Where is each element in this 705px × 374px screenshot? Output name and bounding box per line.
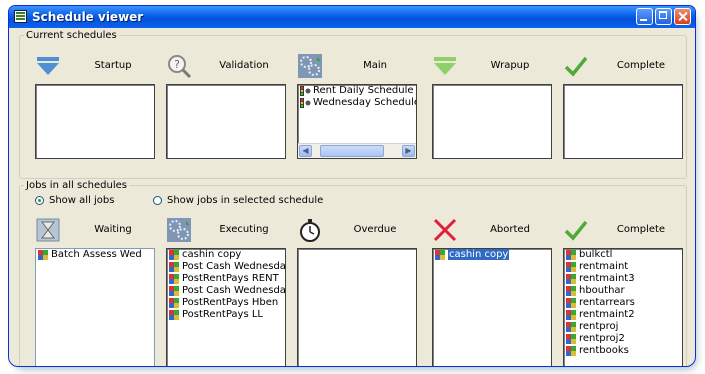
list-item[interactable]: rentbooks [564,345,682,357]
column-label-jobs-complete: Complete [616,224,666,235]
list-item[interactable]: rentproj [564,321,682,333]
column-label-startup: Startup [94,60,132,71]
column-overdue: Overdue [297,217,417,366]
list-item[interactable]: PostRentPays Hben [167,297,285,309]
job-icon [566,322,576,332]
job-icon [169,250,179,260]
list-item[interactable]: hbouthar [564,285,682,297]
minimize-button[interactable] [636,8,653,25]
job-icon [566,262,576,272]
job-icon [169,274,179,284]
checkmark-icon [564,56,588,77]
green-arrow-down-icon [434,57,456,75]
hourglass-icon [36,218,60,242]
list-item[interactable]: Wednesday Schedule I [298,97,416,109]
column-label-complete: Complete [616,60,666,71]
radio-label-all: Show all jobs [49,195,115,206]
traffic-light-icon [300,98,311,108]
job-icon [566,274,576,284]
job-icon [566,250,576,260]
column-wrapup: Wrapup [432,53,552,159]
job-icon [566,286,576,296]
title-bar[interactable]: Schedule viewer [9,6,695,28]
jobs-legend: Jobs in all schedules [26,180,127,191]
svg-text:?: ? [174,58,180,71]
close-button[interactable] [674,8,691,25]
schedule-app-icon [14,10,27,23]
maximize-button[interactable] [655,8,672,25]
list-item[interactable]: rentproj2 [564,333,682,345]
window-title: Schedule viewer [32,10,144,24]
list-item[interactable]: Rent Daily Schedule [298,85,416,97]
job-icon [566,310,576,320]
list-item[interactable]: Post Cash Wednesday [167,261,285,273]
job-icon [169,310,179,320]
current-schedules-legend: Current schedules [26,30,117,41]
column-aborted: Aborted cashin copy [432,217,552,366]
scroll-left-button[interactable]: ◀ [299,145,312,157]
red-x-icon [433,218,457,242]
radio-show-all-jobs[interactable]: Show all jobs [35,195,114,206]
list-item[interactable]: bulkctl [564,249,682,261]
current-complete-list[interactable] [563,84,683,159]
list-item[interactable]: cashin copy [167,249,285,261]
column-label-validation: Validation [219,60,269,71]
list-item-selected[interactable]: cashin copy [433,249,551,261]
column-validation: ? Validation [166,53,286,159]
list-item[interactable]: rentarrears [564,297,682,309]
list-item[interactable]: Post Cash Wednesday [167,285,285,297]
column-executing: Executing cashin copy Post Cash Wednesda… [166,217,286,366]
column-startup: Startup [35,53,155,159]
job-icon [169,286,179,296]
waiting-list[interactable]: Batch Assess Wed [35,248,155,366]
job-icon [566,298,576,308]
list-item[interactable]: rentmaint2 [564,309,682,321]
executing-list[interactable]: cashin copy Post Cash Wednesday PostRent… [166,248,286,366]
stopwatch-icon [300,219,320,242]
column-label-executing: Executing [219,224,269,235]
radio-button-selected[interactable] [35,196,44,205]
checkmark-icon [564,220,588,241]
scroll-thumb[interactable] [320,145,384,157]
job-icon [435,250,445,260]
column-complete: Complete [563,53,683,159]
aborted-list[interactable]: cashin copy [432,248,552,366]
validation-list[interactable] [166,84,286,159]
overdue-list[interactable] [297,248,417,366]
magnifier-question-icon: ? [168,55,192,79]
column-waiting: Waiting Batch Assess Wed [35,217,155,366]
traffic-light-icon [300,86,311,96]
schedule-viewer-window: Schedule viewer Current schedules Startu… [8,5,696,367]
column-label-waiting: Waiting [94,224,132,235]
job-icon [169,262,179,272]
radio-button[interactable] [153,196,162,205]
list-item[interactable]: rentmaint [564,261,682,273]
list-item[interactable]: PostRentPays LL [167,309,285,321]
job-icon [169,298,179,308]
column-label-overdue: Overdue [353,224,397,235]
column-jobs-complete: Complete bulkctl rentmaint rentmaint3 hb… [563,217,683,366]
blue-arrow-down-icon [37,57,59,75]
list-item[interactable]: rentmaint3 [564,273,682,285]
column-label-wrapup: Wrapup [490,60,530,71]
column-label-main: Main [363,60,387,71]
jobs-complete-list[interactable]: bulkctl rentmaint rentmaint3 hbouthar re… [563,248,683,366]
gears-icon [167,218,191,242]
column-label-aborted: Aborted [490,224,530,235]
wrapup-list[interactable] [432,84,552,159]
scroll-right-button[interactable]: ▶ [402,145,415,157]
column-main: Main Rent Daily Schedule Wednesday Sched… [297,53,417,159]
job-icon [566,334,576,344]
horizontal-scrollbar[interactable]: ◀ ▶ [298,143,416,158]
job-icon [38,250,48,260]
list-item[interactable]: PostRentPays RENT [167,273,285,285]
list-item[interactable]: Batch Assess Wed [36,249,154,261]
gears-icon [298,54,322,78]
job-icon [566,346,576,356]
main-list[interactable]: Rent Daily Schedule Wednesday Schedule I… [297,84,417,159]
startup-list[interactable] [35,84,155,159]
radio-show-selected-schedule[interactable]: Show jobs in selected schedule [153,195,323,206]
radio-label-selected: Show jobs in selected schedule [167,195,324,206]
